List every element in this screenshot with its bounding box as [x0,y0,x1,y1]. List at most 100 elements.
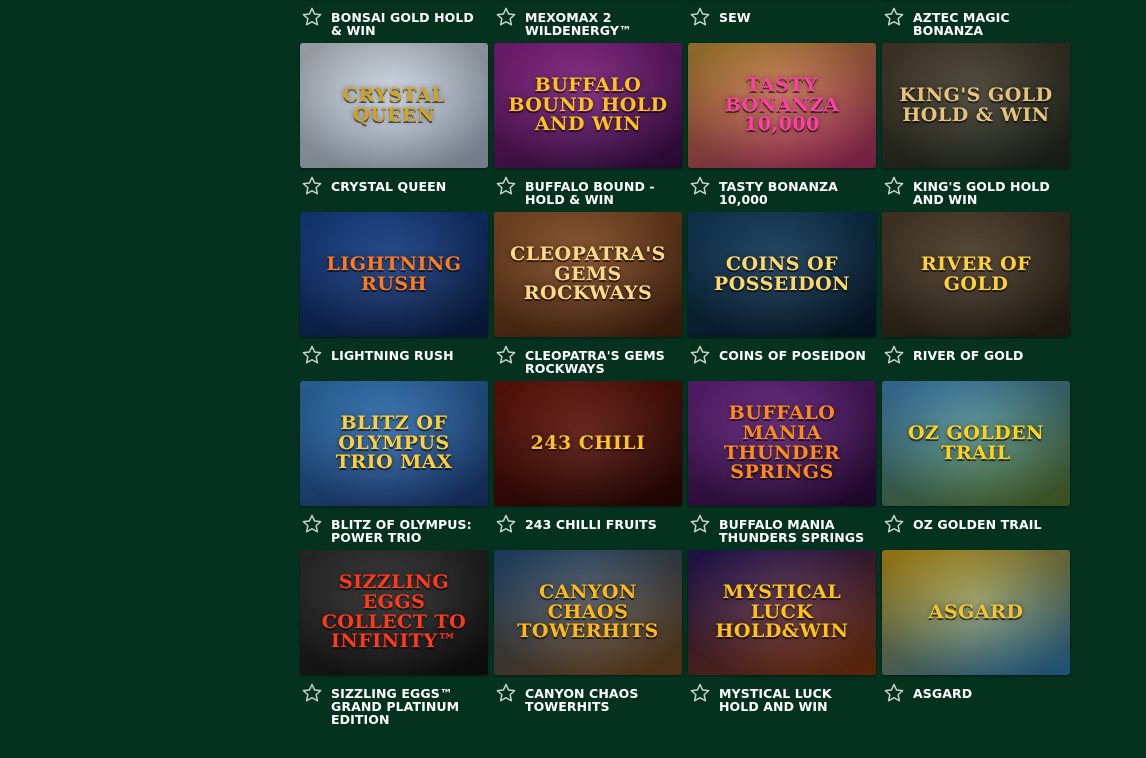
game-tile[interactable]: Coins of Posseidon COINS OF POSEIDON [688,212,876,381]
game-thumbnail[interactable]: 243 Chili [494,381,682,506]
game-logo-art: King's Gold Hold & Win [899,83,1053,126]
favorite-star-icon[interactable] [495,344,517,366]
favorite-star-icon[interactable] [689,6,711,28]
game-tile[interactable]: King's Gold Hold & Win KING'S GOLD HOLD A… [882,43,1070,212]
favorite-star-icon[interactable] [301,682,323,704]
game-tile[interactable]: Crystal Queen CRYSTAL QUEEN [300,43,488,212]
game-logo-art: Asgard [928,600,1024,623]
game-title[interactable]: CLEOPATRA'S GEMS ROCKWAYS [525,349,678,375]
game-grid: BONSAI GOLD HOLD & WIN MEXOMAX 2 WILDENER… [300,0,1070,726]
game-logo-art: Buffalo Mania Thunder Springs [723,401,841,484]
game-logo-art: Blitz of Olympus Trio Max [335,411,453,474]
favorite-star-icon[interactable] [495,513,517,535]
game-title[interactable]: BONSAI GOLD HOLD & WIN [331,11,484,37]
game-meta: CLEOPATRA'S GEMS ROCKWAYS [494,337,682,381]
game-title[interactable]: COINS OF POSEIDON [719,349,872,362]
game-meta: CANYON CHAOS TOWERHITS [494,675,682,719]
game-title[interactable]: ASGARD [913,687,1066,700]
favorite-star-icon[interactable] [301,344,323,366]
favorite-star-icon[interactable] [495,6,517,28]
favorite-star-icon[interactable] [495,175,517,197]
game-tile[interactable]: AZTEC MAGIC BONANZA [882,0,1070,43]
game-title[interactable]: CANYON CHAOS TOWERHITS [525,687,678,713]
game-title[interactable]: SEW [719,11,872,24]
game-title[interactable]: MYSTICAL LUCK HOLD AND WIN [719,687,872,713]
game-tile[interactable]: Buffalo Mania Thunder Springs BUFFALO MAN… [688,381,876,550]
game-thumbnail[interactable]: Crystal Queen [300,43,488,168]
game-tile[interactable]: SEW [688,0,876,43]
game-meta: OZ GOLDEN TRAIL [882,506,1070,550]
game-thumbnail[interactable]: Oz Golden Trail [882,381,1070,506]
favorite-star-icon[interactable] [301,6,323,28]
favorite-star-icon[interactable] [689,682,711,704]
game-title[interactable]: RIVER OF GOLD [913,349,1066,362]
favorite-star-icon[interactable] [883,6,905,28]
game-meta: KING'S GOLD HOLD AND WIN [882,168,1070,212]
game-title[interactable]: 243 CHILLI FRUITS [525,518,678,531]
game-thumbnail[interactable]: King's Gold Hold & Win [882,43,1070,168]
game-meta: RIVER OF GOLD [882,337,1070,381]
game-thumbnail[interactable]: Coins of Posseidon [688,212,876,337]
game-logo-art: Sizzling Eggs Collect to Infinity™ [321,570,467,653]
game-meta: MYSTICAL LUCK HOLD AND WIN [688,675,876,719]
game-meta: COINS OF POSEIDON [688,337,876,381]
favorite-star-icon[interactable] [883,344,905,366]
game-tile[interactable]: Cleopatra's Gems Rockways CLEOPATRA'S GEM… [494,212,682,381]
favorite-star-icon[interactable] [883,513,905,535]
game-meta: 243 CHILLI FRUITS [494,506,682,550]
game-tile[interactable]: 243 Chili 243 CHILLI FRUITS [494,381,682,550]
game-meta: BLITZ OF OLYMPUS: POWER TRIO [300,506,488,550]
game-title[interactable]: SIZZLING EGGS™ GRAND PLATINUM EDITION [331,687,484,726]
game-thumbnail[interactable]: Mystical Luck Hold&Win [688,550,876,675]
game-thumbnail[interactable]: Sizzling Eggs Collect to Infinity™ [300,550,488,675]
game-thumbnail[interactable]: Asgard [882,550,1070,675]
game-thumbnail[interactable]: Buffalo Mania Thunder Springs [688,381,876,506]
game-tile[interactable]: River of Gold RIVER OF GOLD [882,212,1070,381]
favorite-star-icon[interactable] [689,344,711,366]
game-title[interactable]: MEXOMAX 2 WILDENERGY™ [525,11,678,37]
favorite-star-icon[interactable] [689,175,711,197]
game-meta: BONSAI GOLD HOLD & WIN [300,0,488,43]
game-tile[interactable]: Lightning Rush LIGHTNING RUSH [300,212,488,381]
game-tile[interactable]: Buffalo Bound Hold and Win BUFFALO BOUND … [494,43,682,212]
game-logo-art: Canyon Chaos Towerhits [517,580,659,643]
favorite-star-icon[interactable] [301,175,323,197]
game-tile[interactable]: Sizzling Eggs Collect to Infinity™ SIZZLI… [300,550,488,726]
favorite-star-icon[interactable] [495,682,517,704]
game-tile[interactable]: Mystical Luck Hold&Win MYSTICAL LUCK HOLD… [688,550,876,719]
game-thumbnail[interactable]: Lightning Rush [300,212,488,337]
game-logo-art: Oz Golden Trail [908,421,1044,464]
favorite-star-icon[interactable] [883,175,905,197]
game-title[interactable]: AZTEC MAGIC BONANZA [913,11,1066,37]
game-meta: SEW [688,0,876,43]
game-logo-art: Crystal Queen [342,83,446,126]
game-thumbnail[interactable]: Buffalo Bound Hold and Win [494,43,682,168]
game-thumbnail[interactable]: Cleopatra's Gems Rockways [494,212,682,337]
game-title[interactable]: BUFFALO MANIA THUNDERS SPRINGS [719,518,872,544]
game-thumbnail[interactable]: Canyon Chaos Towerhits [494,550,682,675]
game-tile[interactable]: BONSAI GOLD HOLD & WIN [300,0,488,43]
game-tile[interactable]: Oz Golden Trail OZ GOLDEN TRAIL [882,381,1070,550]
favorite-star-icon[interactable] [301,513,323,535]
game-title[interactable]: OZ GOLDEN TRAIL [913,518,1066,531]
game-title[interactable]: BUFFALO BOUND - HOLD & WIN [525,180,678,206]
game-title[interactable]: BLITZ OF OLYMPUS: POWER TRIO [331,518,484,544]
game-title[interactable]: TASTY BONANZA 10,000 [719,180,872,206]
game-tile[interactable]: Asgard ASGARD [882,550,1070,719]
game-title[interactable]: KING'S GOLD HOLD AND WIN [913,180,1066,206]
game-title[interactable]: LIGHTNING RUSH [331,349,484,362]
game-meta: AZTEC MAGIC BONANZA [882,0,1070,43]
favorite-star-icon[interactable] [689,513,711,535]
game-tile[interactable]: Canyon Chaos Towerhits CANYON CHAOS TOWER… [494,550,682,719]
game-thumbnail[interactable]: Blitz of Olympus Trio Max [300,381,488,506]
game-logo-art: Lightning Rush [326,252,462,295]
game-tile[interactable]: MEXOMAX 2 WILDENERGY™ [494,0,682,43]
game-logo-art: Cleopatra's Gems Rockways [510,242,666,305]
game-tile[interactable]: Blitz of Olympus Trio Max BLITZ OF OLYMPU… [300,381,488,550]
game-title[interactable]: CRYSTAL QUEEN [331,180,484,193]
game-thumbnail[interactable]: River of Gold [882,212,1070,337]
game-meta: SIZZLING EGGS™ GRAND PLATINUM EDITION [300,675,488,726]
favorite-star-icon[interactable] [883,682,905,704]
game-tile[interactable]: Tasty Bonanza 10,000 TASTY BONANZA 10,000 [688,43,876,212]
game-thumbnail[interactable]: Tasty Bonanza 10,000 [688,43,876,168]
